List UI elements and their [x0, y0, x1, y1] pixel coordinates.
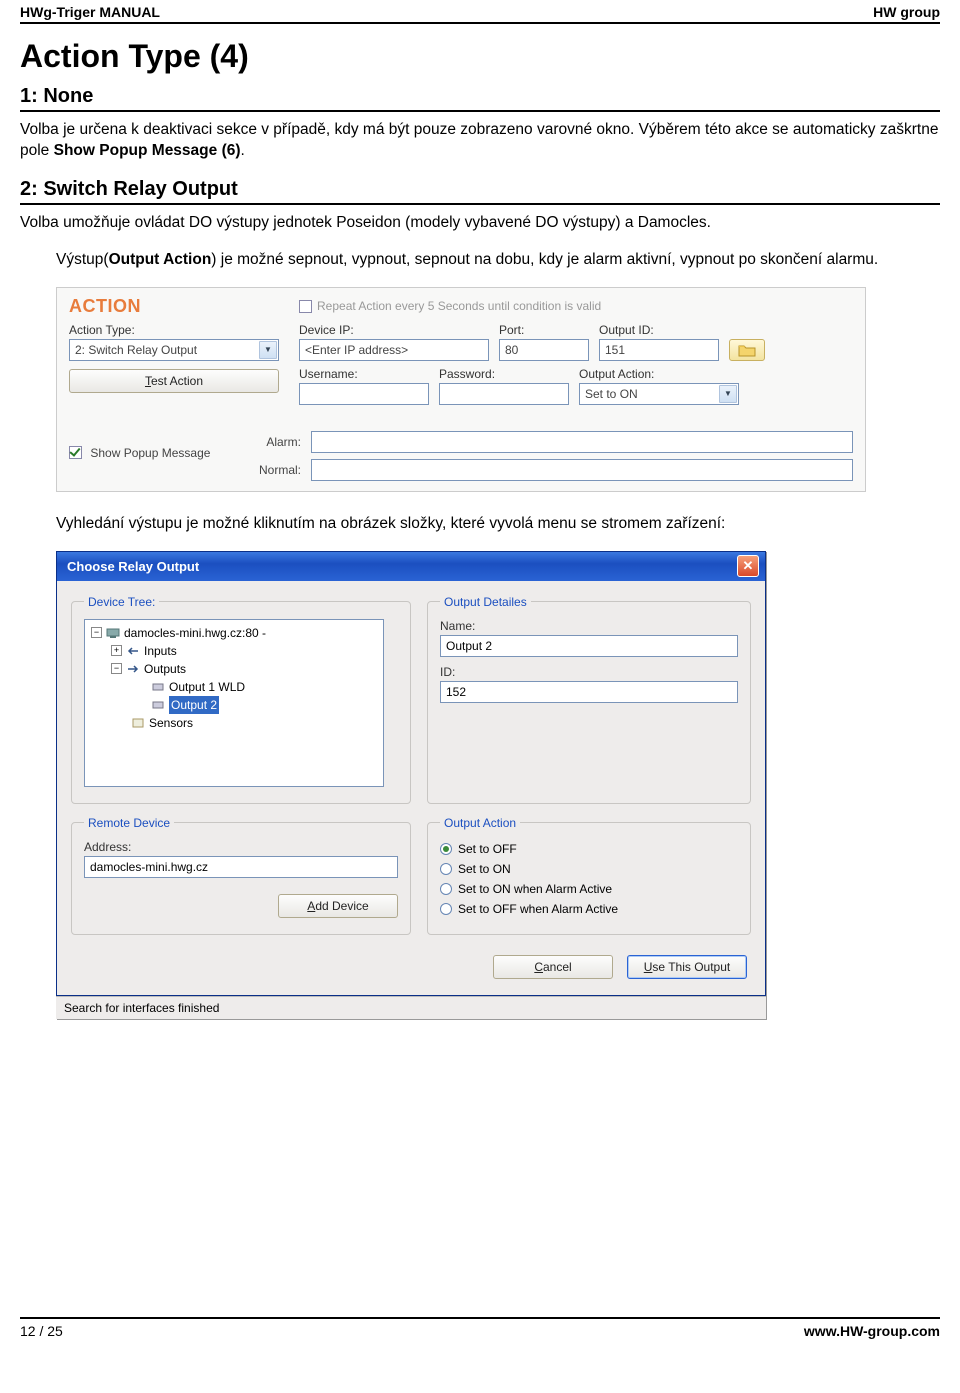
name-input[interactable]: Output 2	[440, 635, 738, 657]
device-tree[interactable]: − damocles-mini.hwg.cz:80 - + Inputs −	[84, 619, 384, 787]
page-header: HWg-Triger MANUAL HW group	[20, 0, 940, 24]
tree-output-1[interactable]: Output 1 WLD	[91, 678, 377, 696]
device-tree-group: Device Tree: − damocles-mini.hwg.cz:80 -…	[71, 595, 411, 804]
page-footer: 12 / 25 www.HW-group.com	[20, 1317, 940, 1339]
radio-set-off[interactable]: Set to OFF	[440, 842, 738, 856]
action-type-combo[interactable]: 2: Switch Relay Output ▼	[69, 339, 279, 361]
username-input[interactable]	[299, 383, 429, 405]
show-popup-label: Show Popup Message	[90, 446, 210, 460]
repeat-label: Repeat Action every 5 Seconds until cond…	[317, 299, 601, 313]
port-label: Port:	[499, 323, 589, 337]
password-label: Password:	[439, 367, 569, 381]
device-ip-input[interactable]: <Enter IP address>	[299, 339, 489, 361]
browse-output-button[interactable]	[729, 339, 765, 361]
folder-icon	[738, 343, 756, 357]
cancel-button[interactable]: Cancel	[493, 955, 613, 979]
chevron-down-icon: ▼	[259, 341, 277, 359]
header-left: HWg-Triger MANUAL	[20, 4, 160, 20]
page-title: Action Type (4)	[20, 38, 940, 75]
repeat-checkbox[interactable]	[299, 300, 312, 313]
output-action-group: Output Action Set to OFF Set to ON Set t…	[427, 816, 751, 935]
tree-root[interactable]: − damocles-mini.hwg.cz:80 -	[91, 624, 377, 642]
radio-set-on[interactable]: Set to ON	[440, 862, 738, 876]
username-label: Username:	[299, 367, 429, 381]
address-label: Address:	[84, 840, 398, 854]
section-2-para1: Volba umožňuje ovládat DO výstupy jednot…	[20, 213, 940, 234]
output-details-group: Output Detailes Name: Output 2 ID: 152	[427, 595, 751, 804]
radio-off-when-alarm[interactable]: Set to OFF when Alarm Active	[440, 902, 738, 916]
header-right: HW group	[873, 4, 940, 20]
section-1-heading: 1: None	[20, 85, 940, 112]
close-icon: ✕	[743, 558, 754, 574]
output-node-icon	[151, 699, 165, 711]
output-details-legend: Output Detailes	[440, 595, 531, 609]
dialog-titlebar[interactable]: Choose Relay Output ✕	[56, 551, 766, 581]
tree-inputs[interactable]: + Inputs	[91, 642, 377, 660]
page-number: 12 / 25	[20, 1323, 63, 1339]
choose-relay-dialog: Choose Relay Output ✕ Device Tree: − dam…	[56, 551, 766, 1019]
name-label: Name:	[440, 619, 738, 633]
arrow-in-icon	[126, 645, 140, 657]
section-2-heading: 2: Switch Relay Output	[20, 178, 940, 205]
remote-device-group: Remote Device Address: damocles-mini.hwg…	[71, 816, 411, 935]
port-input[interactable]: 80	[499, 339, 589, 361]
tree-sensors[interactable]: Sensors	[91, 714, 377, 732]
device-tree-legend: Device Tree:	[84, 595, 159, 609]
section-2-para2: Výstup(Output Action) je možné sepnout, …	[56, 250, 940, 271]
alarm-label: Alarm:	[253, 435, 301, 449]
action-title: ACTION	[69, 296, 299, 317]
device-ip-label: Device IP:	[299, 323, 489, 337]
tree-output-2[interactable]: Output 2	[91, 696, 377, 714]
dialog-title: Choose Relay Output	[67, 559, 199, 574]
section-1-para: Volba je určena k deaktivaci sekce v pří…	[20, 120, 940, 162]
chevron-down-icon: ▼	[719, 385, 737, 403]
password-input[interactable]	[439, 383, 569, 405]
address-input[interactable]: damocles-mini.hwg.cz	[84, 856, 398, 878]
add-device-button[interactable]: Add Device	[278, 894, 398, 918]
id-input[interactable]: 152	[440, 681, 738, 703]
test-action-button[interactable]: Test Action	[69, 369, 279, 393]
sensor-icon	[131, 717, 145, 729]
output-id-label: Output ID:	[599, 323, 719, 337]
output-action-combo[interactable]: Set to ON ▼	[579, 383, 739, 405]
normal-input[interactable]	[311, 459, 853, 481]
alarm-input[interactable]	[311, 431, 853, 453]
output-id-input[interactable]: 151	[599, 339, 719, 361]
id-label: ID:	[440, 665, 738, 679]
arrow-out-icon	[126, 663, 140, 675]
action-panel: ACTION Repeat Action every 5 Seconds unt…	[56, 287, 866, 492]
mid-paragraph: Vyhledání výstupu je možné kliknutím na …	[56, 514, 940, 535]
tree-outputs[interactable]: − Outputs	[91, 660, 377, 678]
output-action-legend: Output Action	[440, 816, 520, 830]
action-type-label: Action Type:	[69, 323, 299, 337]
output-action-label: Output Action:	[579, 367, 739, 381]
dialog-statusbar: Search for interfaces finished	[56, 996, 766, 1019]
output-node-icon	[151, 681, 165, 693]
use-output-button[interactable]: Use This Output	[627, 955, 747, 979]
device-icon	[106, 627, 120, 639]
footer-url: www.HW-group.com	[804, 1323, 940, 1339]
remote-device-legend: Remote Device	[84, 816, 174, 830]
normal-label: Normal:	[253, 463, 301, 477]
show-popup-checkbox[interactable]	[69, 446, 82, 459]
close-button[interactable]: ✕	[737, 555, 759, 577]
radio-on-when-alarm[interactable]: Set to ON when Alarm Active	[440, 882, 738, 896]
